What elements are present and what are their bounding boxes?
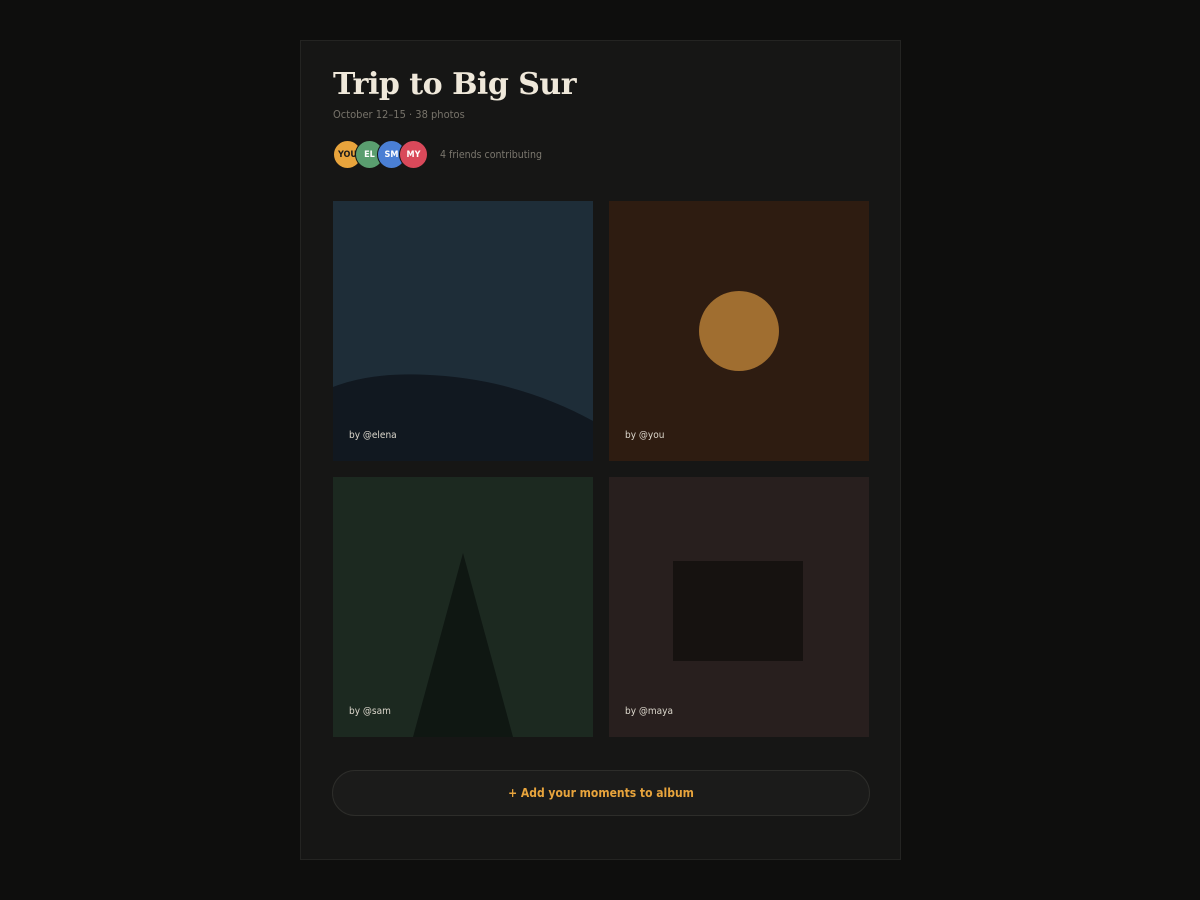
photo-hill-image	[333, 201, 593, 461]
photo-tree-image	[333, 477, 593, 737]
album-subtitle: October 12–15 · 38 photos	[333, 108, 465, 121]
photo-credit: by @elena	[349, 430, 397, 441]
photo-tile[interactable]: by @elena	[333, 201, 593, 461]
album-card: Trip to Big Sur October 12–15 · 38 photo…	[300, 40, 901, 860]
contributors-count: 4 friends contributing	[440, 148, 543, 161]
photo-grid: by @elena by @you by @sam by @maya	[333, 201, 869, 737]
contributors-row: YOU EL SM MY 4 friends contributing	[333, 140, 542, 169]
photo-credit: by @sam	[349, 706, 391, 717]
avatar-stack: YOU EL SM MY	[333, 140, 428, 169]
photo-sun-image	[609, 201, 869, 461]
photo-tile[interactable]: by @maya	[609, 477, 869, 737]
photo-tile[interactable]: by @you	[609, 201, 869, 461]
photo-tile[interactable]: by @sam	[333, 477, 593, 737]
add-moments-button[interactable]: + Add your moments to album	[332, 770, 870, 816]
photo-frame-image	[609, 477, 869, 737]
avatar-maya[interactable]: MY	[399, 140, 428, 169]
photo-credit: by @maya	[625, 706, 674, 717]
album-title: Trip to Big Sur	[333, 67, 577, 102]
photo-credit: by @you	[625, 430, 665, 441]
